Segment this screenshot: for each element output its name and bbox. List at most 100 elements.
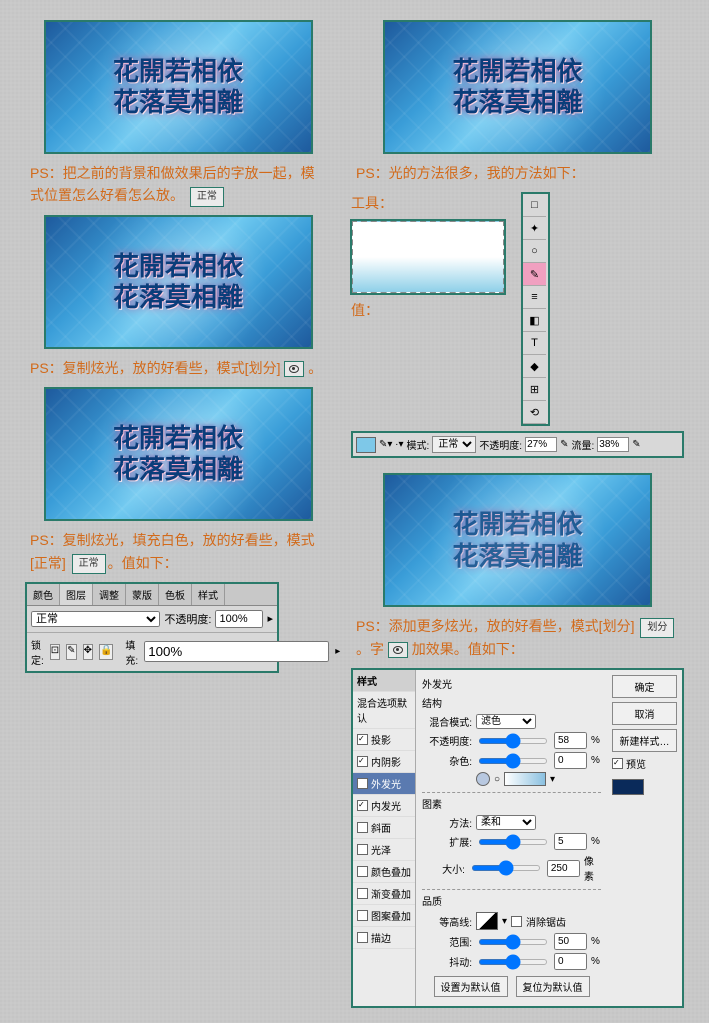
lock-label: 锁定: [31, 637, 44, 667]
fx-inner-shadow[interactable]: 内阴影 [353, 751, 415, 773]
fx-opacity-val[interactable] [554, 732, 587, 749]
fx-inner-glow[interactable]: 内发光 [353, 795, 415, 817]
noise-val[interactable] [554, 752, 587, 769]
cancel-button[interactable]: 取消 [612, 702, 677, 725]
range-val[interactable] [554, 933, 587, 950]
reset-default-button[interactable]: 复位为默认值 [516, 976, 590, 997]
fx-blend-default[interactable]: 混合选项默认 [353, 692, 415, 729]
brush-swatch[interactable] [356, 437, 376, 453]
note-3: PS：复制炫光，填充白色，放的好看些，模式[正常] 正常。值如下： [30, 529, 326, 574]
tool-label: 工具： [351, 195, 393, 211]
size-val[interactable] [547, 860, 580, 877]
range-slider[interactable] [478, 939, 548, 945]
jitter-val[interactable] [554, 953, 587, 970]
tool-wand-icon[interactable]: ✦ [523, 217, 546, 240]
layers-panel: 颜色 图层 调整 蒙版 色板 样式 正常 不透明度: ▸ 锁定: ⊡ ✎ ✥ 🔒… [25, 582, 279, 673]
tab-style[interactable]: 样式 [192, 584, 225, 605]
tool-shape-icon[interactable]: ◆ [523, 355, 546, 378]
preview-2: 花開若相依花落莫相離 [44, 215, 313, 349]
tool-eraser-icon[interactable]: ◧ [523, 309, 546, 332]
lock-position-icon[interactable]: ✥ [83, 644, 93, 660]
tool-rotate-icon[interactable]: ⟲ [523, 401, 546, 424]
opt-mode-label: 模式: [407, 437, 430, 452]
fx-list: 样式 混合选项默认 投影 内阴影 外发光 内发光 斜面 光泽 颜色叠加 渐变叠加… [353, 670, 416, 1006]
tool-crop-icon[interactable]: ⊞ [523, 378, 546, 401]
qual-group: 品质 [422, 893, 601, 908]
blend-label: 混合模式: [422, 714, 472, 729]
tool-palette: □ ✦ ○ ✎ ≡ ◧ T ◆ ⊞ ⟲ [521, 192, 550, 426]
elem-group: 图素 [422, 796, 601, 811]
mode-pill-divide: 划分 [640, 618, 674, 638]
fx-opacity-label: 不透明度: [422, 733, 472, 748]
opt-opacity-input[interactable] [525, 437, 557, 452]
tool-brush-icon[interactable]: ✎ [523, 263, 546, 286]
preview-1: 花開若相依花落莫相離 [44, 20, 313, 154]
spread-slider[interactable] [478, 839, 548, 845]
eye-icon-2 [388, 642, 408, 658]
right-column: 花開若相依花落莫相離 PS：光的方法很多，我的方法如下： 工具： 值： □ ✦ … [351, 15, 684, 1008]
opt-mode-select[interactable]: 正常 [432, 436, 476, 453]
tool-lasso-icon[interactable]: ○ [523, 240, 546, 263]
left-column: 花開若相依花落莫相離 PS：把之前的背景和做效果后的字放一起，模式位置怎么好看怎… [25, 15, 331, 1008]
glow-color-radio[interactable] [476, 772, 490, 786]
tool-marquee-icon[interactable]: □ [523, 194, 546, 217]
size-slider[interactable] [471, 865, 541, 871]
struct-group: 结构 [422, 695, 601, 710]
fx-outer-glow[interactable]: 外发光 [353, 773, 415, 795]
lock-transparency-icon[interactable]: ⊡ [50, 644, 60, 660]
tab-swatch[interactable]: 色板 [159, 584, 192, 605]
preview-r1: 花開若相依花落莫相離 [383, 20, 652, 154]
new-style-button[interactable]: 新建样式… [612, 729, 677, 752]
fill-label: 填充: [125, 637, 138, 667]
jitter-slider[interactable] [478, 959, 548, 965]
tool-gradient-icon[interactable]: ≡ [523, 286, 546, 309]
fx-satin[interactable]: 光泽 [353, 839, 415, 861]
tab-mask[interactable]: 蒙版 [126, 584, 159, 605]
noise-slider[interactable] [478, 758, 548, 764]
gradient-preview [351, 220, 505, 294]
preview-check[interactable] [612, 758, 623, 769]
fx-settings: 外发光 结构 混合模式:滤色 不透明度:% 杂色:% ○ ▾ 图素 方法:柔和 … [416, 670, 607, 1006]
glow-gradient[interactable] [504, 772, 546, 786]
set-default-button[interactable]: 设置为默认值 [434, 976, 508, 997]
size-label: 大小: [422, 861, 465, 876]
value-label: 值： [351, 302, 379, 318]
brush-options-bar: ✎▾ ·▾ 模式: 正常 不透明度: ✎ 流量: ✎ [351, 431, 684, 458]
noise-label: 杂色: [422, 753, 472, 768]
tab-layer[interactable]: 图层 [60, 584, 93, 605]
fill-input[interactable] [144, 641, 329, 662]
lock-paint-icon[interactable]: ✎ [66, 644, 76, 660]
note-r2: PS：添加更多炫光，放的好看些，模式[划分] 划分。字 加效果。值如下： [356, 615, 679, 660]
spread-label: 扩展: [422, 834, 472, 849]
fx-bevel[interactable]: 斜面 [353, 817, 415, 839]
fx-header: 样式 [353, 670, 415, 692]
tab-color[interactable]: 颜色 [27, 584, 60, 605]
mode-pill-normal: 正常 [190, 187, 224, 207]
tech-label: 方法: [422, 815, 472, 830]
tool-text-icon[interactable]: T [523, 332, 546, 355]
blend-mode-select[interactable]: 正常 [31, 611, 160, 627]
fx-color-overlay[interactable]: 颜色叠加 [353, 861, 415, 883]
ok-button[interactable]: 确定 [612, 675, 677, 698]
fx-opacity-slider[interactable] [478, 738, 548, 744]
contour-label: 等高线: [422, 914, 472, 929]
opacity-input[interactable] [215, 610, 263, 628]
layers-tabs: 颜色 图层 调整 蒙版 色板 样式 [27, 584, 277, 606]
fx-gradient-overlay[interactable]: 渐变叠加 [353, 883, 415, 905]
opt-flow-label: 流量: [571, 437, 594, 452]
contour-swatch[interactable] [476, 912, 498, 930]
tech-select[interactable]: 柔和 [476, 815, 536, 830]
blend-select[interactable]: 滤色 [476, 714, 536, 729]
opt-flow-input[interactable] [597, 437, 629, 452]
spread-val[interactable] [554, 833, 587, 850]
opacity-label: 不透明度: [164, 611, 211, 627]
lock-all-icon[interactable]: 🔒 [99, 644, 113, 660]
antialias-check[interactable] [511, 916, 522, 927]
tab-adjust[interactable]: 调整 [93, 584, 126, 605]
note-r1: PS：光的方法很多，我的方法如下： [356, 162, 679, 184]
fx-pattern-overlay[interactable]: 图案叠加 [353, 905, 415, 927]
fx-stroke[interactable]: 描边 [353, 927, 415, 949]
fx-drop-shadow[interactable]: 投影 [353, 729, 415, 751]
eye-icon [284, 361, 304, 377]
preview-swatch [612, 779, 644, 795]
